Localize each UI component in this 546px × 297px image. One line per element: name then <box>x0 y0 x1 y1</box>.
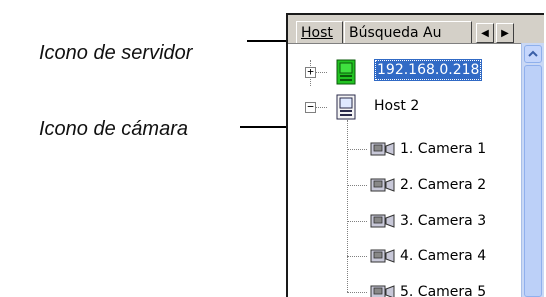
server-icon <box>336 94 356 120</box>
tab-busqueda[interactable]: Búsqueda Au <box>344 21 472 43</box>
server-online-icon <box>336 59 356 85</box>
camera-icon-callout: Icono de cámara <box>39 118 188 140</box>
camera-label[interactable]: 4. Camera 4 <box>400 245 486 267</box>
tree-connector <box>315 107 327 108</box>
vertical-scrollbar[interactable] <box>521 43 544 297</box>
camera-label[interactable]: 3. Camera 3 <box>400 210 486 232</box>
tree-connector <box>347 221 367 222</box>
camera-label[interactable]: 1. Camera 1 <box>400 138 486 160</box>
camera-icon <box>370 285 395 297</box>
host-tree: + 192.168.0.218 − Host 2 1. Camera 1 2. … <box>288 43 522 297</box>
tree-connector <box>315 72 327 73</box>
tree-connector <box>347 120 348 292</box>
camera-icon <box>370 178 395 192</box>
collapse-minus-icon[interactable]: − <box>305 101 316 113</box>
camera-icon <box>370 214 395 228</box>
scroll-up-button[interactable] <box>524 45 542 63</box>
camera-icon <box>370 249 395 263</box>
expand-plus-icon[interactable]: + <box>305 66 316 78</box>
tree-connector <box>347 185 367 186</box>
camera-label[interactable]: 2. Camera 2 <box>400 174 486 196</box>
tab-scroll-left-button[interactable]: ◀ <box>476 23 494 43</box>
host-tree-panel: Host Búsqueda Au ◀ ▶ + 192.168.0.218 − H… <box>286 13 544 297</box>
scroll-thumb[interactable] <box>524 65 542 297</box>
chevron-up-icon <box>528 50 538 57</box>
camera-icon <box>370 142 395 156</box>
tab-host[interactable]: Host <box>296 21 343 43</box>
tab-bar: Host Búsqueda Au ◀ ▶ <box>288 15 544 43</box>
camera-label[interactable]: 5. Camera 5 <box>400 281 486 297</box>
tab-scroll-right-button[interactable]: ▶ <box>496 23 514 43</box>
host-label[interactable]: 192.168.0.218 <box>374 59 483 81</box>
tree-connector <box>347 149 367 150</box>
tree-connector <box>347 292 367 293</box>
triangle-left-icon: ◀ <box>481 27 489 39</box>
triangle-right-icon: ▶ <box>501 27 509 39</box>
server-icon-callout: Icono de servidor <box>39 42 193 64</box>
tree-connector <box>347 256 367 257</box>
host-label[interactable]: Host 2 <box>374 95 419 117</box>
